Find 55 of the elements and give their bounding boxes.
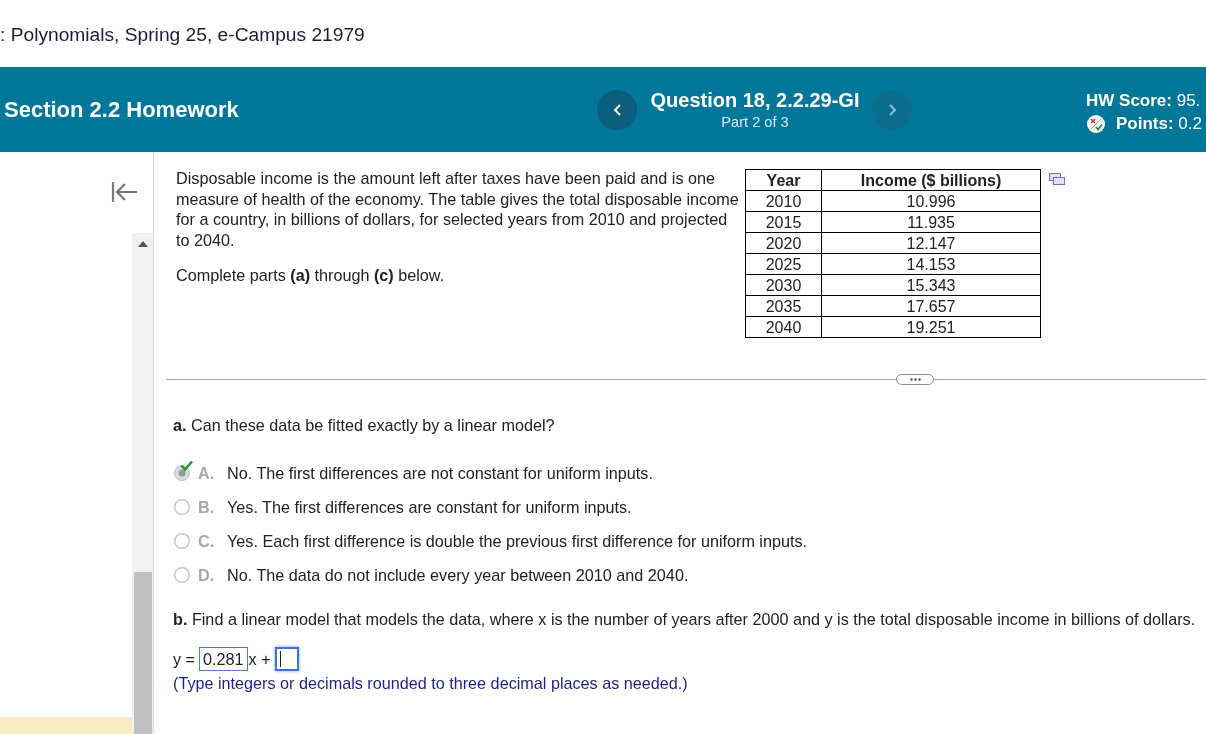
- scrollbar-thumb[interactable]: [133, 572, 152, 734]
- question-prompt: b. Find a linear model that models the data, where x is the number of years after 2000 and y is the total disposable income in billions of dollars.: [173, 609, 1197, 629]
- option-letter: C.: [198, 530, 216, 552]
- input-field[interactable]: 0.281: [199, 647, 248, 671]
- hint-text: (Type integers or decimals rounded to three decimal places as needed.): [173, 673, 689, 693]
- question-prompt: a. Can these data be fitted exactly by a linear model?: [173, 415, 556, 435]
- table-cell: 19.251: [821, 316, 1041, 338]
- windows-icon[interactable]: [1049, 173, 1065, 185]
- option-text: No. The first differences are not constant for uniform inputs.: [227, 462, 653, 484]
- table-cell: 2030: [745, 274, 822, 296]
- option-letter: B.: [198, 496, 216, 518]
- chevron-right-icon: [887, 103, 897, 116]
- points-icon: [1087, 114, 1105, 133]
- table-cell: 2040: [745, 316, 822, 338]
- option-text: Yes. The first differences are constant for uniform inputs.: [227, 496, 632, 518]
- table-cell: 17.657: [821, 295, 1041, 317]
- equation-text: x +: [248, 648, 271, 670]
- table-cell: 2025: [745, 253, 822, 275]
- table-cell: 10.996: [821, 190, 1041, 212]
- problem-text: Complete parts (a) through (c) below.: [176, 265, 446, 286]
- table-cell: 11.935: [821, 211, 1041, 233]
- equation-text: y =: [173, 648, 196, 670]
- dots-icon: [909, 378, 921, 381]
- table-cell: 2015: [745, 211, 822, 233]
- table-cell: 2035: [745, 295, 822, 317]
- radio-button[interactable]: [174, 465, 190, 481]
- question-title: Question 18, 2.2.29-GI: [650, 88, 860, 111]
- table-cell: 15.343: [821, 274, 1041, 296]
- table-cell: 2010: [745, 190, 822, 212]
- option-letter: A.: [198, 462, 216, 484]
- text-cursor-icon: [279, 651, 281, 667]
- previous-button[interactable]: [597, 89, 637, 130]
- question-part: Part 2 of 3: [721, 112, 789, 131]
- section-title: Section 2.2 Homework: [3, 96, 240, 124]
- chevron-left-icon: [612, 103, 622, 116]
- course-title: : Polynomials, Spring 25, e-Campus 21979: [0, 23, 365, 46]
- column-header: Income ($ billions): [821, 169, 1041, 191]
- expand-button[interactable]: [896, 374, 934, 385]
- problem-text: Disposable income is the amount left after taxes have been paid and is one measure of health of the economy. The table gives the total disposable income for a country, in billions of dollars, for selected years from 2010 and projected to 2040.: [176, 168, 740, 250]
- option-letter: D.: [198, 564, 216, 586]
- points-score: Points: 0.2: [1116, 112, 1202, 135]
- column-header: Year: [745, 169, 822, 191]
- table-cell: 12.147: [821, 232, 1041, 254]
- hw-score: HW Score: 95.: [1086, 89, 1202, 112]
- scroll-up-icon[interactable]: [137, 241, 148, 247]
- collapse-icon[interactable]: [111, 180, 138, 204]
- option-text: No. The data do not include every year between 2010 and 2040.: [227, 564, 689, 586]
- input-field[interactable]: [274, 647, 299, 671]
- table-cell: 14.153: [821, 253, 1041, 275]
- table-cell: 2020: [745, 232, 822, 254]
- scrollbar[interactable]: [132, 233, 153, 734]
- radio-button[interactable]: [174, 567, 190, 583]
- option-text: Yes. Each first difference is double the previous first difference for uniform inputs.: [227, 530, 808, 552]
- radio-button[interactable]: [174, 533, 190, 549]
- radio-button[interactable]: [174, 499, 190, 515]
